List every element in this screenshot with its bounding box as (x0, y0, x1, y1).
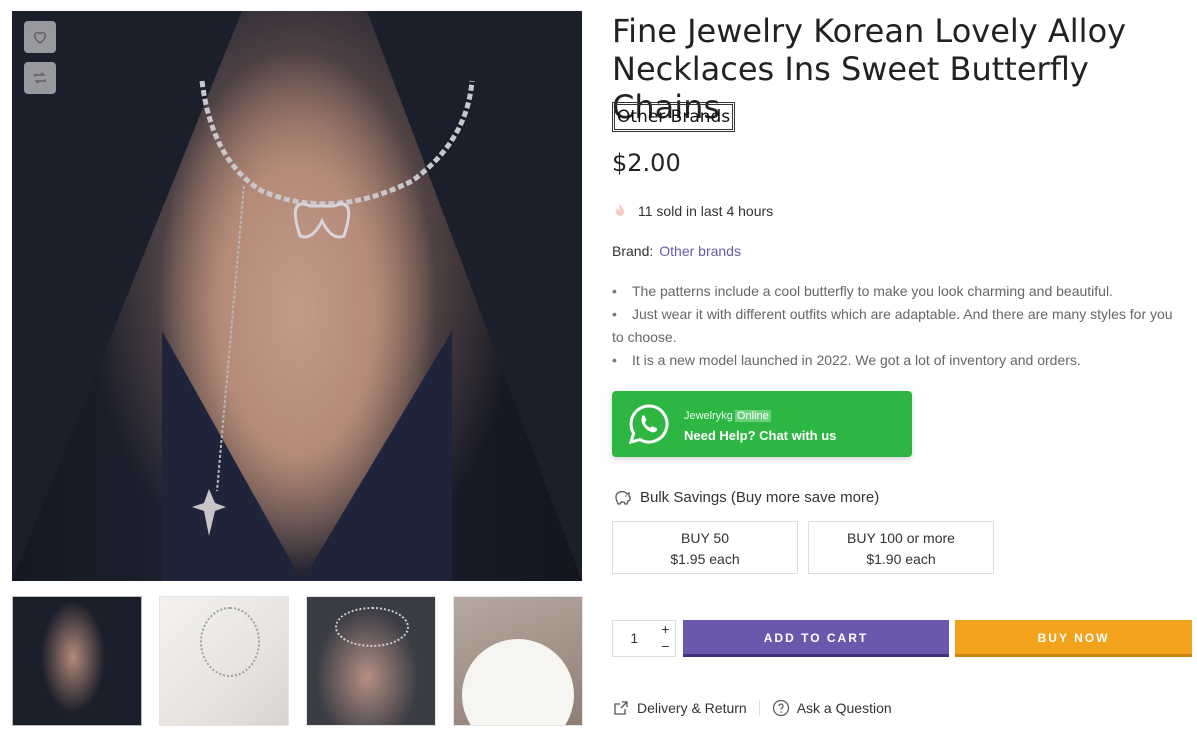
feature-item: It is a new model launched in 2022. We g… (612, 349, 1182, 372)
necklace-illustration (192, 80, 475, 536)
whatsapp-chat-button[interactable]: Jewelrykg Online Need Help? Chat with us (612, 391, 912, 457)
add-to-cart-button[interactable]: ADD TO CART (683, 620, 949, 657)
quantity-input[interactable]: 1 (613, 621, 656, 656)
feature-list: The patterns include a cool butterfly to… (612, 280, 1182, 372)
brand-label: Brand: (612, 243, 654, 259)
quantity-decrease-button[interactable]: − (656, 638, 675, 655)
whatsapp-icon (628, 404, 669, 445)
thumbnail-4[interactable] (453, 596, 583, 726)
product-price: $2.00 (612, 149, 681, 177)
whatsapp-agent-name: Jewelrykg (684, 409, 733, 422)
compare-button[interactable] (24, 62, 56, 94)
tier-qty: BUY 50 (681, 530, 729, 546)
bulk-savings-title: Bulk Savings (Buy more save more) (640, 488, 880, 506)
bulk-savings-heading: Bulk Savings (Buy more save more) (612, 487, 879, 507)
tier-price: $1.90 each (866, 551, 936, 567)
brand-link[interactable]: Other brands (659, 243, 741, 259)
tier-qty: BUY 100 or more (847, 530, 955, 546)
feature-item: The patterns include a cool butterfly to… (612, 280, 1182, 303)
quantity-increase-button[interactable]: + (656, 621, 675, 638)
delivery-return-label: Delivery & Return (637, 700, 747, 716)
question-circle-icon (772, 699, 789, 717)
thumbnail-3[interactable] (306, 596, 436, 726)
compare-arrows-icon (34, 72, 46, 84)
thumbnail-1[interactable] (12, 596, 142, 726)
piggy-bank-icon (615, 491, 631, 505)
quantity-buttons: + − (656, 621, 675, 656)
brand-badge[interactable]: Other Brands (612, 102, 736, 132)
wishlist-button[interactable] (24, 21, 56, 53)
brand-line: Brand: Other brands (612, 243, 741, 259)
tier-price: $1.95 each (670, 551, 740, 567)
bulk-tier-50[interactable]: BUY 50 $1.95 each (612, 521, 798, 574)
sold-text: 11 sold in last 4 hours (638, 203, 774, 219)
whatsapp-text: Jewelrykg Online Need Help? Chat with us (684, 406, 836, 443)
whatsapp-cta: Need Help? Chat with us (684, 427, 837, 443)
main-product-image[interactable] (12, 11, 582, 581)
buy-now-button[interactable]: BUY NOW (955, 620, 1192, 657)
thumbnail-2[interactable] (159, 596, 289, 726)
delivery-return-link[interactable]: Delivery & Return (612, 699, 747, 717)
share-box-icon (614, 701, 628, 715)
whatsapp-status-badge: Online (734, 409, 771, 422)
bulk-tier-100[interactable]: BUY 100 or more $1.90 each (808, 521, 994, 574)
links-divider (758, 700, 760, 716)
ask-question-label: Ask a Question (796, 700, 892, 716)
quantity-stepper: 1 + − (612, 620, 676, 657)
sold-indicator: 11 sold in last 4 hours (612, 203, 773, 219)
flame-icon (616, 204, 624, 216)
whatsapp-agent-line: Jewelrykg Online (684, 406, 836, 424)
product-extra-links: Delivery & Return Ask a Question (612, 699, 892, 717)
heart-icon (34, 32, 46, 44)
thumbnail-strip (12, 596, 584, 726)
feature-item: Just wear it with different outfits whic… (612, 303, 1182, 349)
ask-question-link[interactable]: Ask a Question (772, 699, 892, 717)
